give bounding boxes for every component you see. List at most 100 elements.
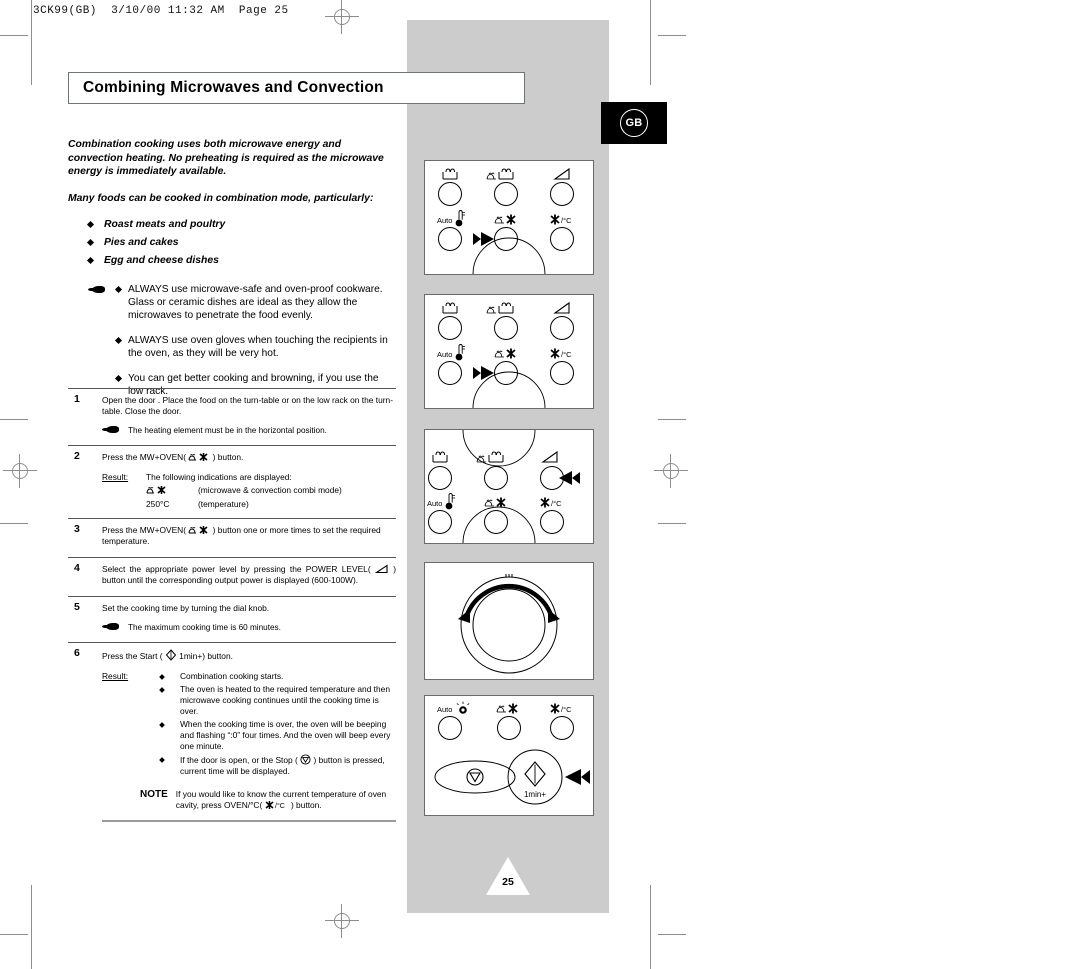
always-note-label: ALWAYS use microwave-safe and oven-proof… [128,284,383,322]
auto-label: Auto [437,350,452,359]
registration-mark-left [3,454,37,488]
mw-convection-combi-icon [146,485,198,498]
oven-icon [442,302,458,314]
note-text: If you would like to know the current te… [176,789,396,811]
panel-step3-mw-oven-button: Auto /°C [424,294,594,409]
list-item: Roast meats and poultry [68,218,396,231]
rotate-arrow-icon [464,583,554,616]
crop-mark-top-right-v [650,0,651,85]
note-label: NOTE [140,789,168,800]
list-item: If the door is open, or the Stop ( ) but… [146,754,396,777]
auto-thermometer-icon [456,701,470,714]
registration-mark-top [325,0,359,34]
diamond-bullet-icon [86,221,95,229]
crop-mark-top-right-h [658,35,686,36]
oven-celsius-button [550,361,574,385]
food-list: Roast meats and poultry Pies and cakes E… [68,218,396,267]
svg-text:/°C: /°C [275,802,285,810]
oven-celsius-button [550,227,574,251]
mw-oven-button [484,466,508,490]
result-label: Result: [102,671,129,681]
power-level-icon [374,564,389,574]
mw-convection-combi-button [497,716,521,740]
note-block: NOTE If you would like to know the curre… [102,789,396,811]
list-item: Combination cooking starts. [146,671,396,682]
oven-celsius-icon [540,497,550,508]
pointing-hand-icon [102,622,122,632]
stop-button-icon [466,768,484,786]
oven-celsius-icon [550,214,560,225]
step-3: 3 Press the MW+OVEN( ) button one or mor… [68,518,396,557]
result-bullet-label: The oven is heated to the required tempe… [180,684,390,716]
diamond-bullet-icon [86,257,95,265]
intro-paragraph-2: Many foods can be cooked in combination … [68,192,374,204]
mw-convection-combi-icon [188,525,210,535]
step-tip-label: The maximum cooking time is 60 minutes. [128,623,281,632]
crop-mark-bottom-right-v [650,885,651,969]
registration-mark-right [654,454,688,488]
step-number: 1 [74,393,80,405]
step-tip: The maximum cooking time is 60 minutes. [102,622,396,633]
mw-oven-button [494,182,518,206]
auto-button [428,510,452,534]
page-number-badge: 25 [486,857,530,895]
auto-thermometer-icon [455,344,465,361]
registration-mark-bottom [325,904,359,938]
auto-thermometer-icon [455,210,465,227]
step-text: Select the appropriate power level by pr… [102,564,396,586]
step-5: 5 Set the cooking time by turning the di… [68,596,396,642]
power-level-icon [541,450,558,463]
dial-outer-ring [460,576,558,674]
oven-button [438,182,462,206]
print-header: 3CK99(GB) 3/10/00 11:32 AM Page 25 [33,5,289,17]
list-item: The oven is heated to the required tempe… [146,684,396,717]
always-notes-block: ALWAYS use microwave-safe and oven-proof… [68,283,396,398]
result-row-key: 250°C [146,499,170,509]
oven-button [428,466,452,490]
crop-mark-top-left-v [31,0,32,85]
diamond-bullet-icon [114,337,123,345]
step-tip: The heating element must be in the horiz… [102,425,396,436]
panel-step5-dial-knob [424,562,594,680]
diamond-bullet-icon [159,756,165,763]
step-1: 1 Open the door . Place the food on the … [68,388,396,445]
auto-label: Auto [437,705,452,714]
locale-badge: GB [601,102,667,144]
diamond-bullet-icon [114,286,123,294]
stop-button-icon [300,754,311,765]
content-column: Combination cooking uses both microwave … [68,138,396,410]
oven-icon [442,168,458,180]
list-item: When the cooking time is over, the oven … [146,719,396,752]
step-text: Press the MW+OVEN( ) button. [102,452,396,463]
crop-mark-right-mid-bottom [658,523,686,524]
auto-button [438,227,462,251]
step-text: Open the door . Place the food on the tu… [102,395,393,416]
step-number: 6 [74,647,80,659]
start-button-icon [524,761,546,787]
celsius-label: /°C [561,350,572,359]
diamond-bullet-icon [159,673,165,680]
oven-icon [432,451,448,463]
mw-oven-icon [486,168,514,180]
dial-arc-bottom [462,506,536,543]
auto-label: Auto [437,216,452,225]
step-text-before: Select the appropriate power level by pr… [102,564,371,574]
mw-oven-icon [476,451,504,463]
mw-oven-button [494,316,518,340]
pointer-arrow-icon [473,232,494,246]
mw-convection-combi-icon [496,703,518,714]
always-note-label: ALWAYS use oven gloves when touching the… [128,335,388,360]
auto-button [438,361,462,385]
step-6: 6 Press the Start ( 1min+) button. Resul… [68,642,396,829]
list-item: Pies and cakes [68,236,396,249]
diamond-bullet-icon [159,686,165,693]
list-item: ALWAYS use oven gloves when touching the… [68,334,396,360]
panel-step2-mw-oven-button: Auto /°C [424,160,594,275]
mw-convection-combi-icon [494,348,516,359]
crop-mark-bottom-left-v [31,885,32,969]
step-text-before: Press the MW+OVEN( [102,525,186,535]
auto-label: Auto [427,499,442,508]
step-result: Result: The following indications are di… [102,472,396,511]
oven-celsius-button [540,510,564,534]
mw-convection-combi-icon [188,452,210,462]
